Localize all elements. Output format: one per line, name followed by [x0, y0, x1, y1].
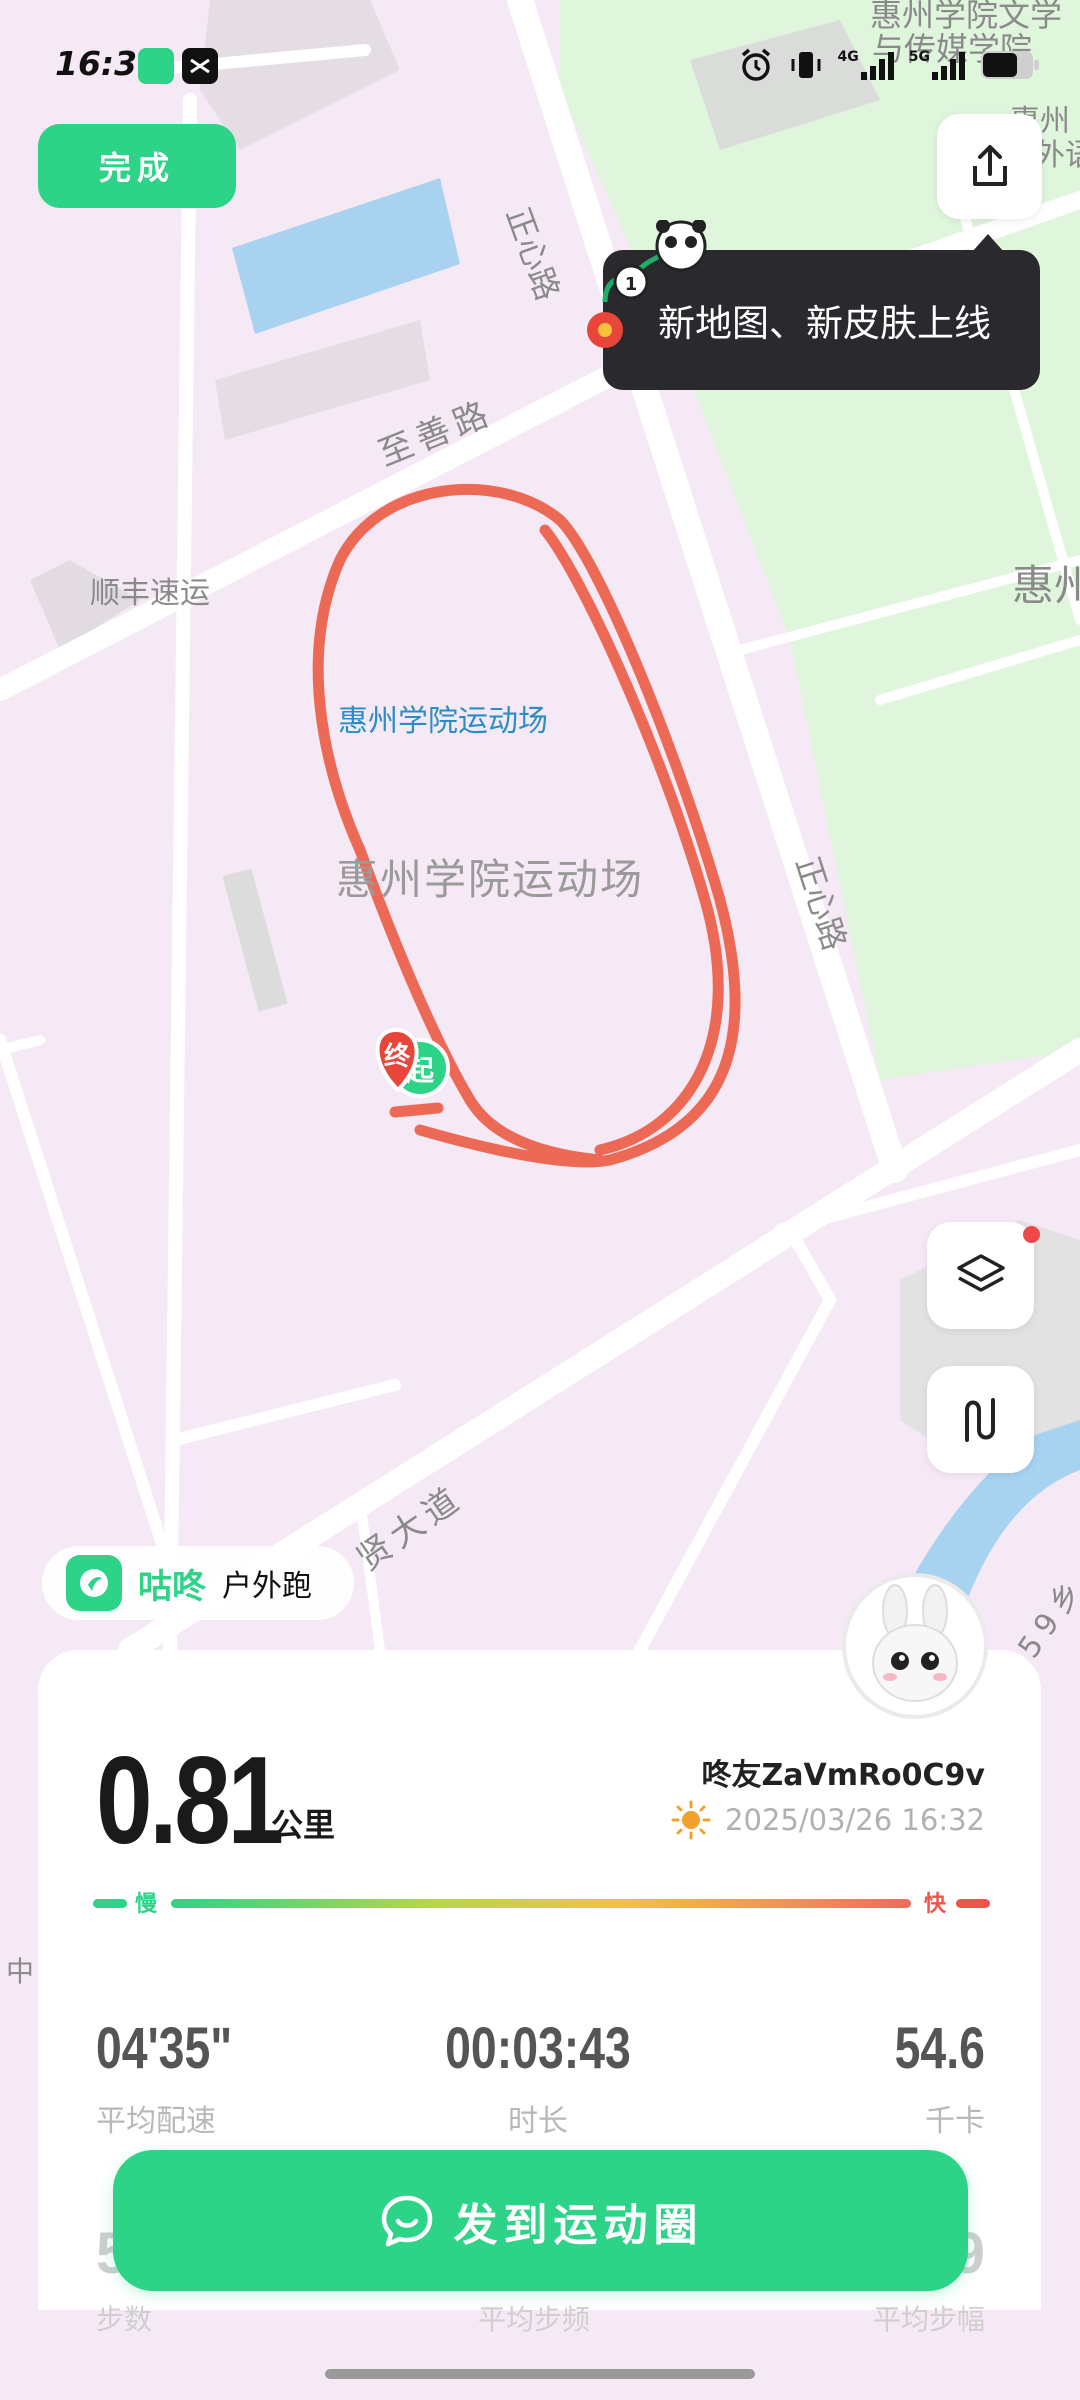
status-icons: 4G 5G [738, 44, 1040, 86]
username: 咚友ZaVmRo0C9v [701, 1758, 985, 1793]
signal-5g-icon [932, 52, 965, 80]
post-button-label: 发到运动圈 [453, 2199, 704, 2251]
run-datetime: 2025/03/26 16:32 [725, 1803, 985, 1837]
map-label-shunfeng: 顺丰速运 [90, 576, 210, 611]
route-curve-icon [964, 1397, 995, 1442]
stat-duration-value: 00:03:43 [445, 2016, 631, 2081]
stat-calories-label: 千卡 [925, 2104, 985, 2139]
home-indicator[interactable] [325, 2369, 755, 2379]
app-notification-icon [138, 48, 174, 84]
stride-label: 平均步幅 [872, 2303, 985, 2336]
pace-legend: 慢 快 [93, 1888, 990, 1918]
stat-duration: 00:03:43 时长 [368, 2015, 708, 2140]
steps-label: 步数 [96, 2303, 153, 2336]
map-label-venue-gray: 惠州学院运动场 [336, 855, 645, 904]
share-icon [972, 144, 1007, 186]
slow-cap [93, 1899, 127, 1908]
stat-avg-pace-label: 平均配速 [96, 2104, 216, 2139]
fast-cap [956, 1899, 990, 1908]
route-replay-button[interactable] [927, 1366, 1034, 1473]
distance-value: 0.81 [96, 1732, 284, 1870]
bunny-mascot-icon [872, 1584, 958, 1702]
stat-duration-label: 时长 [508, 2104, 568, 2139]
brand-tag: 咕咚 户外跑 [42, 1546, 354, 1620]
stat-calories-value: 54.6 [894, 2016, 985, 2081]
map-label-venue-blue: 惠州学院运动场 [338, 704, 548, 739]
sun-icon [671, 1800, 711, 1840]
pace-gradient-bar [171, 1899, 911, 1908]
svg-text:1: 1 [625, 274, 638, 295]
battery-icon [981, 51, 1039, 79]
avatar[interactable] [842, 1573, 988, 1719]
stat-calories: 54.6 千卡 [872, 2015, 985, 2140]
signal-4g-icon [860, 52, 894, 80]
done-button[interactable]: 完成 [38, 124, 236, 208]
activity-mode: 户外跑 [222, 1569, 312, 1604]
share-button[interactable] [937, 114, 1042, 219]
capcut-notification-icon [182, 48, 218, 84]
layers-notification-dot [1023, 1226, 1040, 1243]
network-5g-label: 5G [908, 49, 930, 65]
date-row: 2025/03/26 16:32 [671, 1800, 985, 1840]
map-layers-button[interactable] [927, 1222, 1040, 1329]
network-4g-label: 4G [837, 49, 859, 65]
map-label-side-left: 中 [6, 1955, 35, 1988]
status-bar: 16:37 4G 5G [0, 0, 1080, 130]
alarm-icon [741, 48, 770, 81]
stat-avg-pace: 04'35" 平均配速 [96, 2015, 266, 2140]
end-marker-label: 终 [384, 1041, 411, 1072]
slow-label: 慢 [135, 1892, 158, 1917]
route-skin-mascot-icon: 1 [587, 220, 707, 348]
vibrate-icon [791, 52, 821, 78]
fast-label: 快 [923, 1892, 946, 1917]
post-to-feed-button[interactable]: 发到运动圈 [113, 2150, 968, 2291]
codoon-logo-icon [66, 1555, 122, 1611]
stat-avg-pace-value: 04'35" [96, 2016, 233, 2081]
distance-unit: 公里 [271, 1806, 336, 1844]
chat-bubble-icon [381, 2195, 432, 2246]
map-label-school-mid-right: 惠州 [1012, 561, 1080, 610]
brand-name: 咕咚 [138, 1566, 206, 1607]
cadence-label: 平均步频 [478, 2303, 591, 2336]
layers-icon [956, 1253, 1005, 1292]
